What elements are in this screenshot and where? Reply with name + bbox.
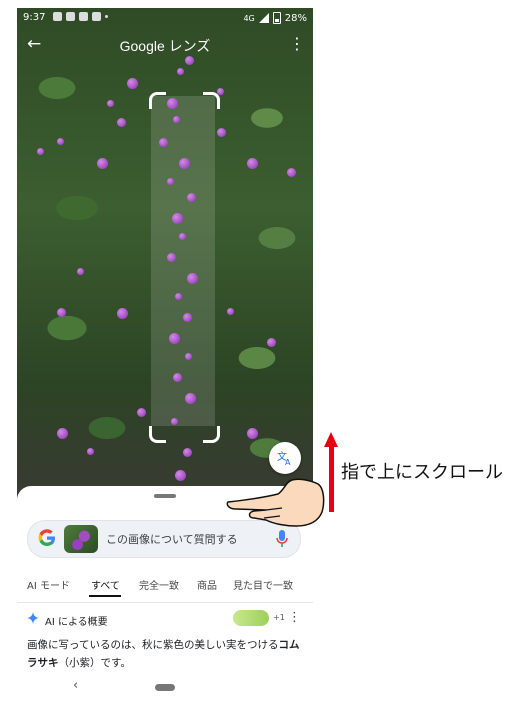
- tab-ai-mode[interactable]: AI モード: [27, 577, 70, 592]
- selection-corner-bottom-right[interactable]: [203, 426, 220, 443]
- tab-all[interactable]: すべて: [91, 577, 120, 592]
- berry-cluster: [185, 353, 192, 360]
- app-notification-icon: [92, 12, 101, 21]
- berry-cluster: [57, 308, 66, 317]
- berry-cluster: [167, 178, 174, 185]
- google-g-icon: [38, 529, 55, 546]
- tab-products[interactable]: 商品: [197, 577, 217, 592]
- search-placeholder: この画像について質問する: [106, 533, 238, 546]
- berry-cluster: [57, 428, 68, 439]
- phone-screen: 9:37 4G 28% ← Google レンズ ⋮ 文 A この画像について質…: [17, 8, 313, 705]
- system-nav-bar: ‹: [17, 676, 313, 700]
- berry-cluster: [185, 393, 196, 404]
- translate-button[interactable]: 文 A: [269, 442, 301, 474]
- berry-cluster: [127, 78, 138, 89]
- berry-cluster: [183, 313, 192, 322]
- sheet-drag-handle[interactable]: [154, 494, 176, 498]
- berry-cluster: [167, 98, 178, 109]
- more-vert-icon[interactable]: ⋮: [289, 34, 305, 54]
- ai-overview-text: 画像に写っているのは、秋に紫色の美しい実をつけるコムラサキ（小紫）です。: [27, 636, 303, 672]
- nav-home-icon[interactable]: [155, 684, 175, 691]
- berry-cluster: [171, 418, 178, 425]
- berry-cluster: [37, 148, 44, 155]
- battery-icon: [272, 12, 281, 24]
- berry-cluster: [137, 408, 146, 417]
- berry-cluster: [175, 293, 182, 300]
- ai-text-suffix: （小紫）です。: [58, 657, 131, 669]
- active-tab-indicator: [89, 595, 121, 597]
- nav-back-icon[interactable]: ‹: [73, 678, 78, 693]
- selection-corner-top-left[interactable]: [149, 92, 166, 109]
- berry-cluster: [169, 333, 180, 344]
- berry-cluster: [287, 168, 296, 177]
- gallery-notification-icon: [53, 12, 62, 21]
- berry-cluster: [107, 100, 114, 107]
- berry-cluster: [97, 158, 108, 169]
- tab-exact-match[interactable]: 完全一致: [139, 577, 179, 592]
- instruction-label: 指で上にスクロール: [341, 462, 503, 483]
- selection-corner-top-right[interactable]: [203, 92, 220, 109]
- translate-icon: 文 A: [277, 450, 291, 466]
- berry-cluster: [187, 193, 196, 202]
- more-vert-icon[interactable]: ⋮: [288, 610, 301, 625]
- results-tabs: AI モード すべて 完全一致 商品 見た目で一致: [17, 573, 313, 597]
- svg-text:A: A: [285, 458, 291, 466]
- battery-level: 28%: [284, 12, 307, 24]
- signal-icon: [258, 13, 269, 23]
- berry-cluster: [217, 128, 226, 137]
- berry-cluster: [57, 138, 64, 145]
- ai-text-prefix: 画像に写っているのは、秋に紫色の美しい実をつける: [27, 639, 279, 651]
- notification-icons: [53, 12, 108, 21]
- status-time: 9:37: [23, 12, 46, 23]
- berry-cluster: [179, 233, 186, 240]
- berry-cluster: [173, 373, 182, 382]
- berry-cluster: [217, 88, 224, 95]
- berry-cluster: [77, 268, 84, 275]
- selection-corner-bottom-left[interactable]: [149, 426, 166, 443]
- scroll-up-arrow: [329, 446, 334, 512]
- ai-sparkle-icon: [27, 612, 39, 624]
- status-bar: 9:37 4G 28%: [17, 8, 313, 28]
- berry-cluster: [247, 428, 258, 439]
- berry-cluster: [177, 68, 184, 75]
- berry-cluster: [187, 273, 198, 284]
- more-notifications-icon: [105, 15, 108, 18]
- divider: [17, 602, 313, 603]
- scroll-up-arrow-head: [324, 432, 338, 447]
- source-favicons[interactable]: [233, 610, 269, 626]
- mail-notification-icon: [66, 12, 75, 21]
- chat-notification-icon: [79, 12, 88, 21]
- source-count[interactable]: +1: [273, 613, 285, 622]
- berry-cluster: [87, 448, 94, 455]
- page-title: Google レンズ: [119, 38, 211, 54]
- berry-cluster: [183, 448, 192, 457]
- berry-cluster: [247, 158, 258, 169]
- berry-cluster: [167, 253, 176, 262]
- camera-photo[interactable]: [17, 8, 313, 508]
- ai-overview-label: AI による概要: [45, 617, 108, 628]
- status-right: 4G 28%: [243, 12, 307, 24]
- lens-toolbar: ← Google レンズ ⋮: [17, 34, 313, 58]
- mic-icon[interactable]: [276, 530, 288, 548]
- tab-visual-matches[interactable]: 見た目で一致: [233, 577, 293, 592]
- berry-cluster: [173, 116, 180, 123]
- berry-cluster: [117, 308, 128, 319]
- berry-cluster: [227, 308, 234, 315]
- berry-cluster: [267, 338, 276, 347]
- pointing-hand-icon: [226, 478, 325, 527]
- query-image-thumbnail[interactable]: [64, 525, 98, 553]
- berry-cluster: [179, 158, 190, 169]
- berry-cluster: [159, 138, 168, 147]
- berry-cluster: [175, 470, 186, 481]
- berry-cluster: [172, 213, 183, 224]
- network-label: 4G: [243, 13, 255, 23]
- ai-overview-header: AI による概要 +1 ⋮: [27, 610, 303, 630]
- berry-cluster: [117, 118, 126, 127]
